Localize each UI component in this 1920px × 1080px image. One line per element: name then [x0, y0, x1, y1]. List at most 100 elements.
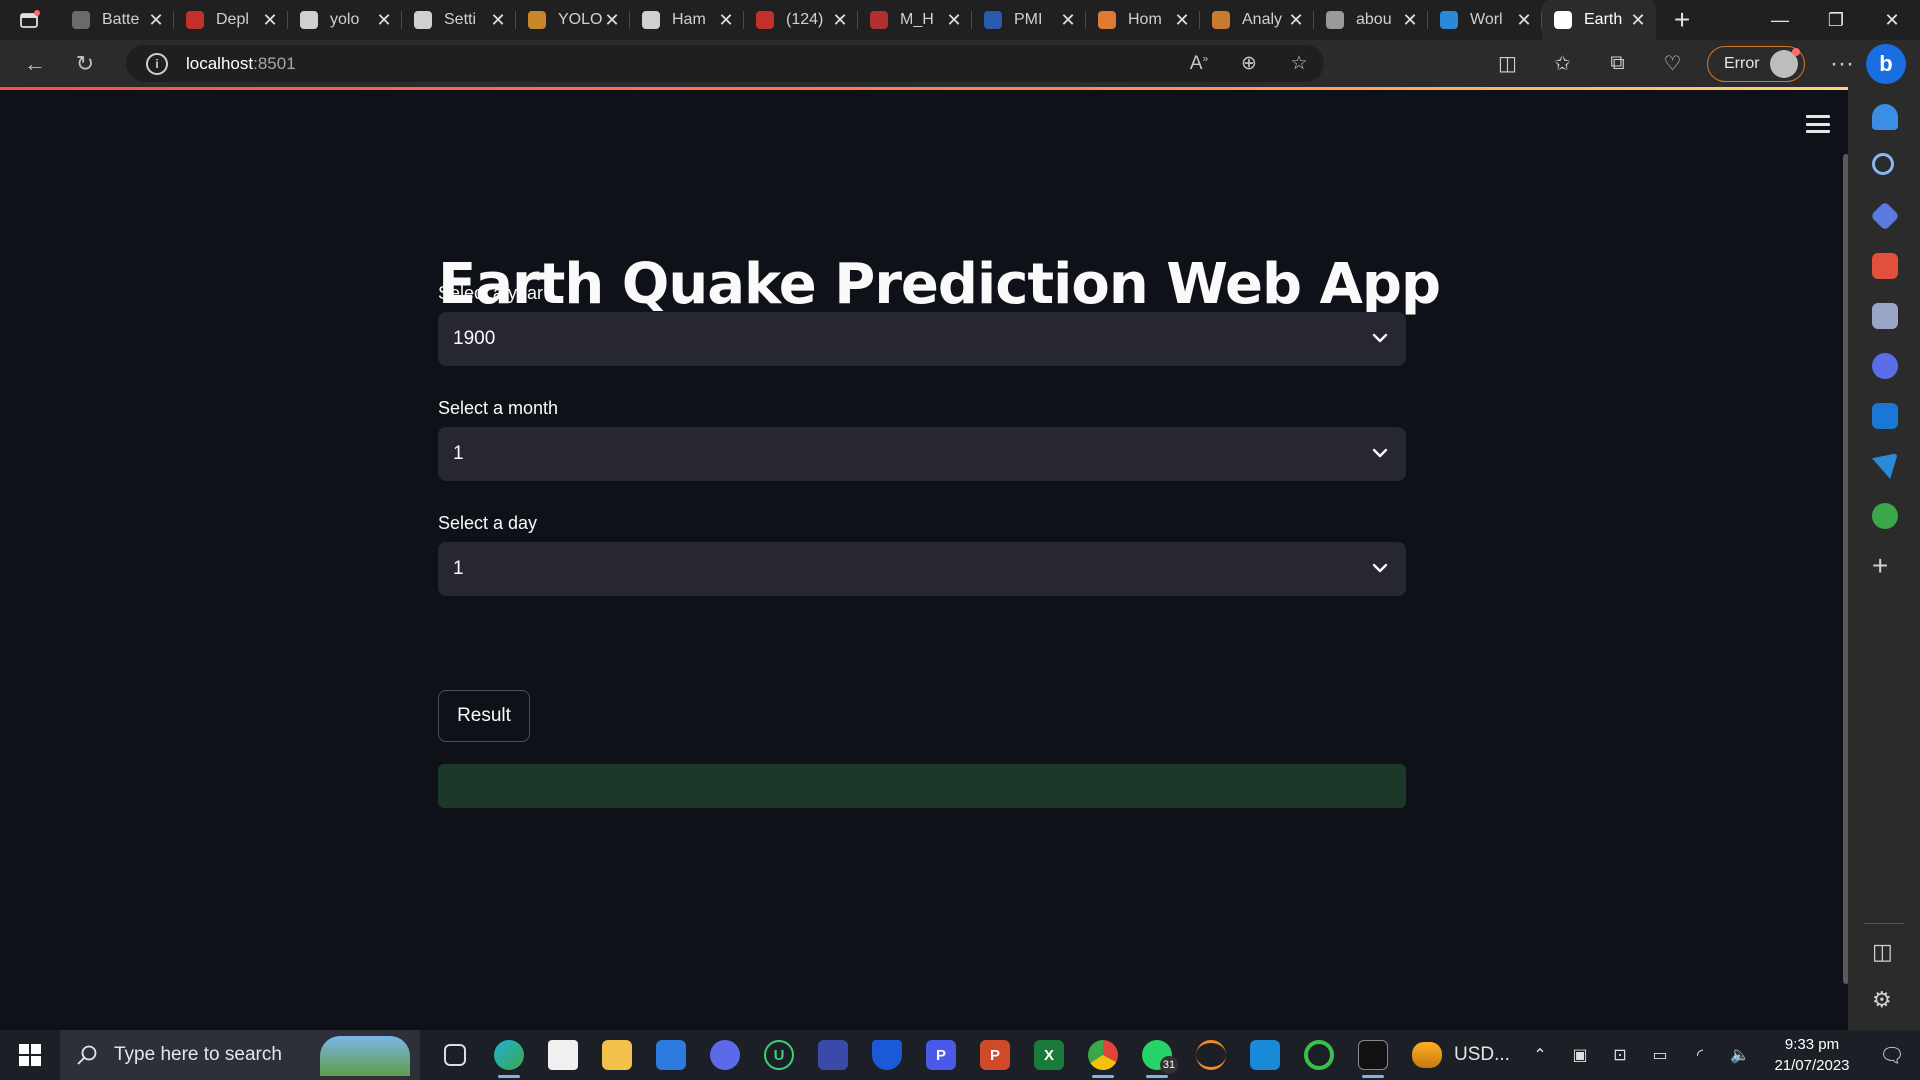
- more-icon[interactable]: ···: [1817, 50, 1867, 78]
- close-icon[interactable]: ✕: [1402, 10, 1418, 31]
- close-icon[interactable]: ✕: [1288, 10, 1304, 31]
- browser-tab[interactable]: Batte ✕: [60, 0, 174, 40]
- weather-widget[interactable]: USD...: [1412, 1042, 1510, 1068]
- close-icon[interactable]: ✕: [1516, 10, 1532, 31]
- volume-icon[interactable]: 🔈: [1720, 1045, 1760, 1065]
- hamburger-menu-icon[interactable]: [1806, 115, 1830, 133]
- close-icon[interactable]: ✕: [832, 10, 848, 31]
- search-sidebar-icon[interactable]: [1872, 153, 1894, 175]
- favorites-icon[interactable]: ✩: [1535, 51, 1590, 76]
- health-icon[interactable]: ♡: [1645, 51, 1700, 76]
- whatsapp-icon[interactable]: 31: [1130, 1030, 1184, 1080]
- copilot-icon[interactable]: [698, 1030, 752, 1080]
- file-explorer-icon[interactable]: [590, 1030, 644, 1080]
- close-icon[interactable]: ✕: [376, 10, 392, 31]
- add-sidebar-app-icon[interactable]: +: [1872, 552, 1888, 580]
- close-icon[interactable]: ✕: [1060, 10, 1076, 31]
- excel-icon[interactable]: X: [1022, 1030, 1076, 1080]
- new-tab-icon[interactable]: +: [1662, 0, 1702, 40]
- browser-tab[interactable]: Earth ✕: [1542, 0, 1656, 40]
- close-icon[interactable]: ✕: [604, 10, 620, 31]
- tray-overflow-icon[interactable]: ⌃: [1520, 1045, 1560, 1065]
- vscode-icon[interactable]: [1238, 1030, 1292, 1080]
- tab-favicon-icon: [1326, 11, 1344, 29]
- browser-tab[interactable]: yolo ✕: [288, 0, 402, 40]
- shopping-tag-icon[interactable]: [1870, 201, 1900, 231]
- chrome-icon[interactable]: [1076, 1030, 1130, 1080]
- hide-sidebar-icon[interactable]: ◫: [1872, 939, 1893, 965]
- powerpoint-icon[interactable]: P: [968, 1030, 1022, 1080]
- result-button[interactable]: Result: [438, 690, 530, 742]
- restore-icon[interactable]: ❐: [1808, 0, 1864, 40]
- defender-icon[interactable]: [860, 1030, 914, 1080]
- wifi-icon[interactable]: ◜: [1680, 1045, 1720, 1065]
- outlook-icon[interactable]: [1872, 403, 1898, 429]
- split-screen-icon[interactable]: ◫: [1480, 51, 1535, 76]
- close-window-icon[interactable]: ✕: [1864, 0, 1920, 40]
- notifications-bell-icon[interactable]: [1872, 104, 1898, 130]
- terminal-icon[interactable]: [1346, 1030, 1400, 1080]
- meet-icon[interactable]: ▣: [1560, 1045, 1600, 1065]
- close-icon[interactable]: ✕: [1630, 10, 1646, 31]
- read-aloud-icon[interactable]: A»: [1174, 53, 1224, 75]
- tab-actions-icon[interactable]: [0, 0, 60, 40]
- send-icon[interactable]: [1872, 453, 1898, 479]
- games-icon[interactable]: [1872, 303, 1898, 329]
- close-icon[interactable]: ✕: [490, 10, 506, 31]
- favorite-star-icon[interactable]: ☆: [1274, 52, 1324, 75]
- p-app-icon[interactable]: P: [914, 1030, 968, 1080]
- browser-tab[interactable]: YOLO ✕: [516, 0, 630, 40]
- tab-favicon-icon: [642, 11, 660, 29]
- close-icon[interactable]: ✕: [946, 10, 962, 31]
- tools-icon[interactable]: [1872, 253, 1898, 279]
- close-icon[interactable]: ✕: [718, 10, 734, 31]
- collections-icon[interactable]: ⧉: [1590, 52, 1645, 75]
- windows-start-icon[interactable]: [0, 1030, 60, 1080]
- day-select[interactable]: 1: [438, 542, 1406, 596]
- sidebar-settings-icon[interactable]: ⚙: [1872, 987, 1892, 1013]
- month-select[interactable]: 1: [438, 427, 1406, 481]
- battery-icon[interactable]: ▭: [1640, 1045, 1680, 1065]
- back-icon[interactable]: ←: [10, 44, 60, 84]
- taskbar-clock[interactable]: 9:33 pm 21/07/2023: [1760, 1034, 1864, 1076]
- drop-tree-icon[interactable]: [1872, 503, 1898, 529]
- mail-icon[interactable]: [644, 1030, 698, 1080]
- address-bar[interactable]: i localhost:8501 A» ⊕ ☆: [126, 45, 1324, 82]
- browser-tab[interactable]: M_H ✕: [858, 0, 972, 40]
- browser-tab[interactable]: Worl ✕: [1428, 0, 1542, 40]
- bing-copilot-icon[interactable]: b: [1866, 44, 1906, 84]
- profile-error-button[interactable]: Error: [1707, 45, 1805, 82]
- edge-taskbar-icon[interactable]: [482, 1030, 536, 1080]
- tab-favicon-icon: [1098, 11, 1116, 29]
- refresh-icon[interactable]: ↻: [60, 44, 110, 84]
- upwork-icon[interactable]: U: [752, 1030, 806, 1080]
- tab-favicon-icon: [414, 11, 432, 29]
- browser-tab[interactable]: abou ✕: [1314, 0, 1428, 40]
- browser-tab[interactable]: (124) ✕: [744, 0, 858, 40]
- notifications-icon[interactable]: 🗨: [1864, 1043, 1920, 1068]
- spinner-app-icon[interactable]: [1292, 1030, 1346, 1080]
- task-view-icon[interactable]: [428, 1030, 482, 1080]
- jupyter-icon[interactable]: [1184, 1030, 1238, 1080]
- taskbar-search-box[interactable]: Type here to search: [60, 1030, 420, 1080]
- browser-tab[interactable]: Ham ✕: [630, 0, 744, 40]
- minimize-icon[interactable]: —: [1752, 0, 1808, 40]
- browser-tab[interactable]: Analy ✕: [1200, 0, 1314, 40]
- month-value: 1: [453, 443, 464, 464]
- chevron-down-icon: [1372, 563, 1388, 573]
- close-icon[interactable]: ✕: [262, 10, 278, 31]
- store-icon[interactable]: [536, 1030, 590, 1080]
- remote-app-icon[interactable]: [806, 1030, 860, 1080]
- browser-tab[interactable]: Setti ✕: [402, 0, 516, 40]
- display-icon[interactable]: ⊡: [1600, 1045, 1640, 1065]
- browser-tab[interactable]: Depl ✕: [174, 0, 288, 40]
- tab-favicon-icon: [756, 11, 774, 29]
- close-icon[interactable]: ✕: [1174, 10, 1190, 31]
- browser-tab[interactable]: Hom ✕: [1086, 0, 1200, 40]
- info-icon[interactable]: i: [146, 52, 168, 75]
- close-icon[interactable]: ✕: [148, 10, 164, 31]
- microsoft-365-icon[interactable]: [1872, 353, 1898, 379]
- browser-tab[interactable]: PMI ✕: [972, 0, 1086, 40]
- year-select[interactable]: 1900: [438, 312, 1406, 366]
- zoom-icon[interactable]: ⊕: [1224, 52, 1274, 75]
